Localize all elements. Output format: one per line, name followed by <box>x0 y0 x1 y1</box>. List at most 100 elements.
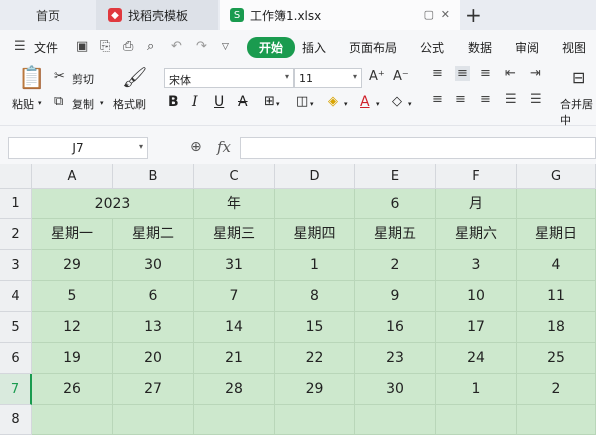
date-cell[interactable]: 31 <box>194 250 275 281</box>
date-cell[interactable]: 2 <box>517 374 596 405</box>
date-cell[interactable]: 29 <box>32 250 113 281</box>
weekday-header[interactable]: 星期二 <box>113 219 194 250</box>
date-cell[interactable]: 1 <box>275 250 355 281</box>
cell-empty[interactable] <box>436 405 517 435</box>
weekday-header[interactable]: 星期一 <box>32 219 113 250</box>
undo-icon[interactable]: ↶ <box>171 39 182 54</box>
clear-icon[interactable]: ◇ <box>392 94 402 109</box>
copy-icon[interactable]: ⧉ <box>54 94 63 109</box>
column-header-e[interactable]: E <box>355 164 436 189</box>
italic-icon[interactable]: I <box>192 94 198 110</box>
menu-review[interactable]: 审阅 <box>515 39 539 56</box>
merge-label[interactable]: 合并居中 <box>560 96 596 128</box>
date-cell[interactable]: 14 <box>194 312 275 343</box>
indent-increase-icon[interactable]: ⇥ <box>530 66 541 81</box>
weekday-header[interactable]: 星期三 <box>194 219 275 250</box>
cell-empty[interactable] <box>32 405 113 435</box>
distribute-icon[interactable]: ☰ <box>530 92 542 107</box>
redo-icon[interactable]: ↷ <box>196 39 207 54</box>
date-cell[interactable]: 4 <box>517 250 596 281</box>
date-cell[interactable]: 24 <box>436 343 517 374</box>
cell-empty[interactable] <box>355 405 436 435</box>
date-cell[interactable]: 8 <box>275 281 355 312</box>
format-painter-icon[interactable]: 🖌 <box>122 65 147 89</box>
menu-formula[interactable]: 公式 <box>420 39 444 56</box>
copy-label[interactable]: 复制 <box>72 96 94 112</box>
align-bottom-icon[interactable]: ≡ <box>480 66 491 81</box>
menu-data[interactable]: 数据 <box>468 39 492 56</box>
font-name-select[interactable]: 宋体 ▾ <box>164 68 294 88</box>
align-center-icon[interactable]: ≡ <box>455 92 466 107</box>
window-icon[interactable]: ▢ <box>424 8 434 21</box>
date-cell[interactable]: 12 <box>32 312 113 343</box>
date-cell[interactable]: 3 <box>436 250 517 281</box>
font-color-dropdown-icon[interactable]: ▾ <box>376 100 380 108</box>
tab-template[interactable]: ◆ 找稻壳模板 <box>96 0 218 30</box>
cell-empty[interactable] <box>275 189 355 219</box>
font-color-icon[interactable]: A <box>360 94 370 110</box>
cell-style-dropdown-icon[interactable]: ▾ <box>310 100 314 108</box>
cut-icon[interactable]: ✂ <box>54 69 65 84</box>
date-cell[interactable]: 23 <box>355 343 436 374</box>
close-icon[interactable]: ✕ <box>441 8 450 21</box>
row-header-4[interactable]: 4 <box>0 281 32 312</box>
weekday-header[interactable]: 星期四 <box>275 219 355 250</box>
save-icon[interactable]: ▣ <box>76 39 88 54</box>
date-cell[interactable]: 13 <box>113 312 194 343</box>
zoom-icon[interactable]: ⊕ <box>190 139 202 155</box>
date-cell[interactable]: 6 <box>113 281 194 312</box>
fill-color-icon[interactable]: ◈ <box>328 94 338 109</box>
row-header-6[interactable]: 6 <box>0 343 32 374</box>
new-tab-icon[interactable]: + <box>465 3 482 27</box>
date-cell[interactable]: 26 <box>32 374 113 405</box>
align-right-icon[interactable]: ≡ <box>480 92 491 107</box>
row-header-2[interactable]: 2 <box>0 219 32 250</box>
date-cell[interactable]: 29 <box>275 374 355 405</box>
date-cell[interactable]: 25 <box>517 343 596 374</box>
indent-decrease-icon[interactable]: ⇤ <box>505 66 516 81</box>
cell-empty[interactable] <box>517 405 596 435</box>
paste-dropdown-icon[interactable]: ▾ <box>38 99 42 107</box>
tab-home[interactable]: 首页 <box>0 0 96 30</box>
paste-icon[interactable]: 📋 <box>18 66 45 91</box>
border-dropdown-icon[interactable]: ▾ <box>276 100 280 108</box>
date-cell[interactable]: 5 <box>32 281 113 312</box>
date-cell[interactable]: 20 <box>113 343 194 374</box>
date-cell[interactable]: 9 <box>355 281 436 312</box>
copy-dropdown-icon[interactable]: ▾ <box>100 99 104 107</box>
date-cell[interactable]: 17 <box>436 312 517 343</box>
preview-icon[interactable]: ⌕ <box>147 39 154 54</box>
menu-file[interactable]: 文件 <box>34 39 58 56</box>
fx-icon[interactable]: fx <box>217 138 231 156</box>
cell-year[interactable]: 2023 <box>32 189 194 219</box>
date-cell[interactable]: 19 <box>32 343 113 374</box>
weekday-header[interactable]: 星期六 <box>436 219 517 250</box>
dropdown-icon[interactable]: ▽ <box>222 42 229 52</box>
row-header-8[interactable]: 8 <box>0 405 32 435</box>
align-left-icon[interactable]: ≡ <box>432 92 443 107</box>
print-icon[interactable]: ⎙ <box>123 39 133 54</box>
date-cell[interactable]: 22 <box>275 343 355 374</box>
weekday-header[interactable]: 星期五 <box>355 219 436 250</box>
align-top-icon[interactable]: ≡ <box>432 66 443 81</box>
row-header-3[interactable]: 3 <box>0 250 32 281</box>
select-all-corner[interactable] <box>0 164 32 189</box>
cell-empty[interactable] <box>275 405 355 435</box>
date-cell[interactable]: 30 <box>113 250 194 281</box>
merge-icon[interactable]: ⊟ <box>572 68 585 87</box>
date-cell[interactable]: 30 <box>355 374 436 405</box>
date-cell[interactable]: 28 <box>194 374 275 405</box>
underline-icon[interactable]: U <box>214 94 224 110</box>
date-cell[interactable]: 27 <box>113 374 194 405</box>
date-cell[interactable]: 18 <box>517 312 596 343</box>
justify-icon[interactable]: ☰ <box>505 92 517 107</box>
strikethrough-icon[interactable]: A <box>238 94 248 110</box>
column-header-f[interactable]: F <box>436 164 517 189</box>
column-header-b[interactable]: B <box>113 164 194 189</box>
weekday-header[interactable]: 星期日 <box>517 219 596 250</box>
cell-month-suffix[interactable]: 月 <box>436 189 517 219</box>
export-icon[interactable]: ⎘ <box>100 39 110 54</box>
row-header-1[interactable]: 1 <box>0 189 32 219</box>
column-header-a[interactable]: A <box>32 164 113 189</box>
cell-empty[interactable] <box>517 189 596 219</box>
